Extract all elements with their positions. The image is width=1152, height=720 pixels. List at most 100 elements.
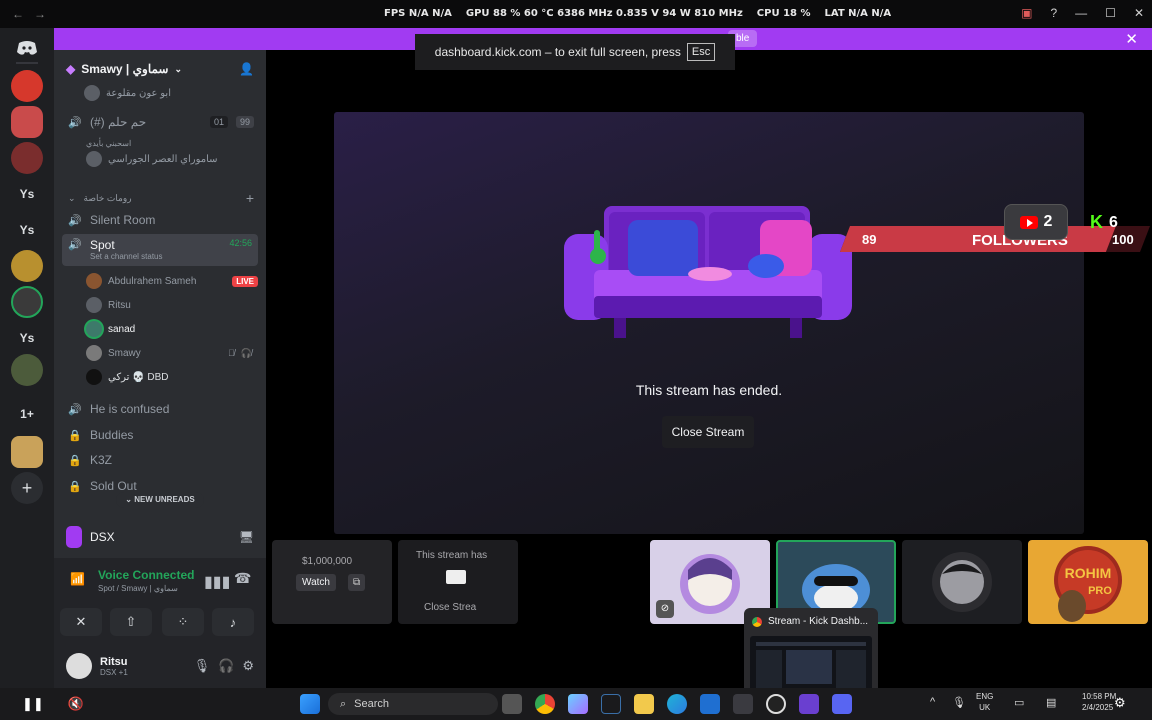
voice-channel-he-is-confused[interactable]: 🔊 He is confused [62,397,258,421]
chevron-down-icon: ⌄ [125,495,132,504]
server-icon[interactable] [11,286,43,318]
dsx-activity-row[interactable]: DSX 🖥 [54,520,266,554]
create-channel-icon[interactable]: + [246,190,254,206]
volume-icon[interactable]: ▤ [1046,696,1056,709]
voice-channel-path[interactable]: Spot / Smawy | سماوي [98,584,178,593]
app-icon[interactable] [799,694,819,714]
server-icon[interactable] [11,354,43,386]
taskbar-search[interactable]: ⌕ Search [328,693,498,715]
avatar[interactable] [66,653,92,679]
settings-gear-icon[interactable]: ⚙ [242,658,254,674]
stream-off-icon: ⊘ [656,600,674,618]
invite-people-icon[interactable]: 👤 [239,62,254,76]
noise-suppression-icon[interactable]: ▮▮▮ [204,572,230,592]
voice-channel-spot[interactable]: 🔊 Spot Set a channel status 42:56 [62,234,258,266]
voice-channel-1[interactable]: 🔊 (#) حم حلم 01 99 [62,110,258,134]
obs-icon[interactable] [766,694,786,714]
copilot-icon[interactable] [568,694,588,714]
discord-logo-icon[interactable] [11,32,43,64]
language-indicator[interactable]: ENG UK [976,691,993,713]
chevron-up-icon[interactable]: ^ [930,696,935,708]
channel-name: Buddies [90,428,134,442]
headphones-icon[interactable]: 🎧 [218,658,234,674]
close-stream-button[interactable]: Close Stream [662,416,754,448]
store-icon[interactable] [733,694,753,714]
mic-tray-icon[interactable]: 🎙 [952,696,966,709]
network-icon[interactable]: ▭ [1014,696,1024,709]
voice-channel-k3z[interactable]: 🔒 K3Z [62,448,258,472]
stream-viewer[interactable]: This stream has ended. Close Stream 89 F… [334,112,1150,534]
edge-icon[interactable] [667,694,687,714]
voice-member-item[interactable]: Smawy 🎙̸ 🎧̸ [86,342,258,364]
user-count: 01 [209,116,228,128]
disconnect-icon[interactable]: ☎ [234,570,251,587]
kick-viewer-counter: K 6 [1090,212,1118,233]
followers-goal: 100 [1112,232,1134,247]
voice-channel-silent-room[interactable]: 🔊 Silent Room [62,208,258,232]
server-1plus[interactable]: 1+ [11,398,43,430]
new-unreads-pill[interactable]: ⌄ NEW UNREADS [116,492,204,508]
mic-icon[interactable]: 🎙 [194,658,211,674]
server-ys-2[interactable]: Ys [11,214,43,246]
close-window-icon[interactable]: ✕ [1134,6,1144,20]
voice-member-item[interactable]: ساموراي العصر الجوراسي [86,148,258,170]
watch-button[interactable]: Watch [296,574,336,591]
server-ys-1[interactable]: Ys [11,178,43,210]
avatar: ROHIM PRO [1054,546,1122,622]
file-explorer-icon[interactable] [634,694,654,714]
category-private-rooms[interactable]: ⌄ رومات خاصة + [62,186,258,210]
mute-icon[interactable]: 🔇 [68,696,84,712]
screen-share-icon[interactable]: 🖥 [239,530,254,544]
forward-arrow-icon[interactable]: → [34,7,46,21]
participant-tile[interactable] [902,540,1022,624]
participant-tile[interactable]: $1,000,000 Watch ⧉ [272,540,392,624]
server-icon[interactable] [11,106,43,138]
add-server-button[interactable]: + [11,472,43,504]
voice-channel-buddies[interactable]: 🔒 Buddies [62,423,258,447]
inbox-icon[interactable]: ▣ [1021,6,1032,20]
soundboard-button[interactable]: ♪ [212,608,254,636]
close-icon[interactable]: ✕ [1125,30,1138,48]
help-icon[interactable]: ? [1050,6,1057,20]
task-view-icon[interactable] [502,694,522,714]
discord-icon[interactable] [832,694,852,714]
signal-icon[interactable]: 📶 [70,572,85,586]
user-name[interactable]: Ritsu [100,656,128,668]
camera-off-button[interactable]: ✕ [60,608,102,636]
share-screen-button[interactable]: ⇧ [110,608,152,636]
voice-member-item[interactable]: Abdulrahem Sameh LIVE [86,270,258,292]
deafened-icon: 🎧̸ [240,347,252,358]
settings-gear-icon[interactable]: ⚙ [1114,695,1126,711]
avatar [86,273,102,289]
outlook-icon[interactable] [700,694,720,714]
maximize-icon[interactable]: ☐ [1105,6,1116,20]
channel-status[interactable]: Set a channel status [90,252,163,261]
member-name: Smawy [108,347,141,359]
participant-tile[interactable]: ROHIM PRO [1028,540,1148,624]
participant-tile[interactable]: This stream has Close Strea [398,540,518,624]
taskbar-clock[interactable]: 10:58 PM 2/4/2025 [1082,691,1116,713]
minimize-icon[interactable]: — [1075,6,1087,20]
server-icon[interactable] [11,142,43,174]
voice-member-item[interactable]: تركي 💀 DBD [86,366,258,388]
server-ys-3[interactable]: Ys [11,322,43,354]
server-icon[interactable] [11,250,43,282]
chrome-icon[interactable] [535,694,555,714]
popout-icon[interactable]: ⧉ [348,574,366,591]
voice-status[interactable]: Voice Connected [98,568,194,582]
terminal-icon[interactable] [601,694,621,714]
preview-title-text: Stream - Kick Dashb... [768,616,869,627]
server-icon[interactable] [11,70,43,102]
pause-icon[interactable]: ❚❚ [22,696,44,712]
back-arrow-icon[interactable]: ← [12,7,24,21]
tile-close-stream-text: Close Strea [424,602,477,613]
server-icon[interactable] [11,436,43,468]
voice-member-item[interactable]: sanad [86,318,258,340]
language-region: UK [979,703,991,712]
windows-start-icon[interactable] [300,694,320,714]
stream-stage: This stream has ended. Close Stream 89 F… [266,50,1152,720]
voice-member-item[interactable]: Ritsu [86,294,258,316]
live-badge: LIVE [232,275,258,287]
voice-member-item[interactable]: ابو عون مقلوعة [84,82,256,104]
activities-button[interactable]: ⁘ [162,608,204,636]
